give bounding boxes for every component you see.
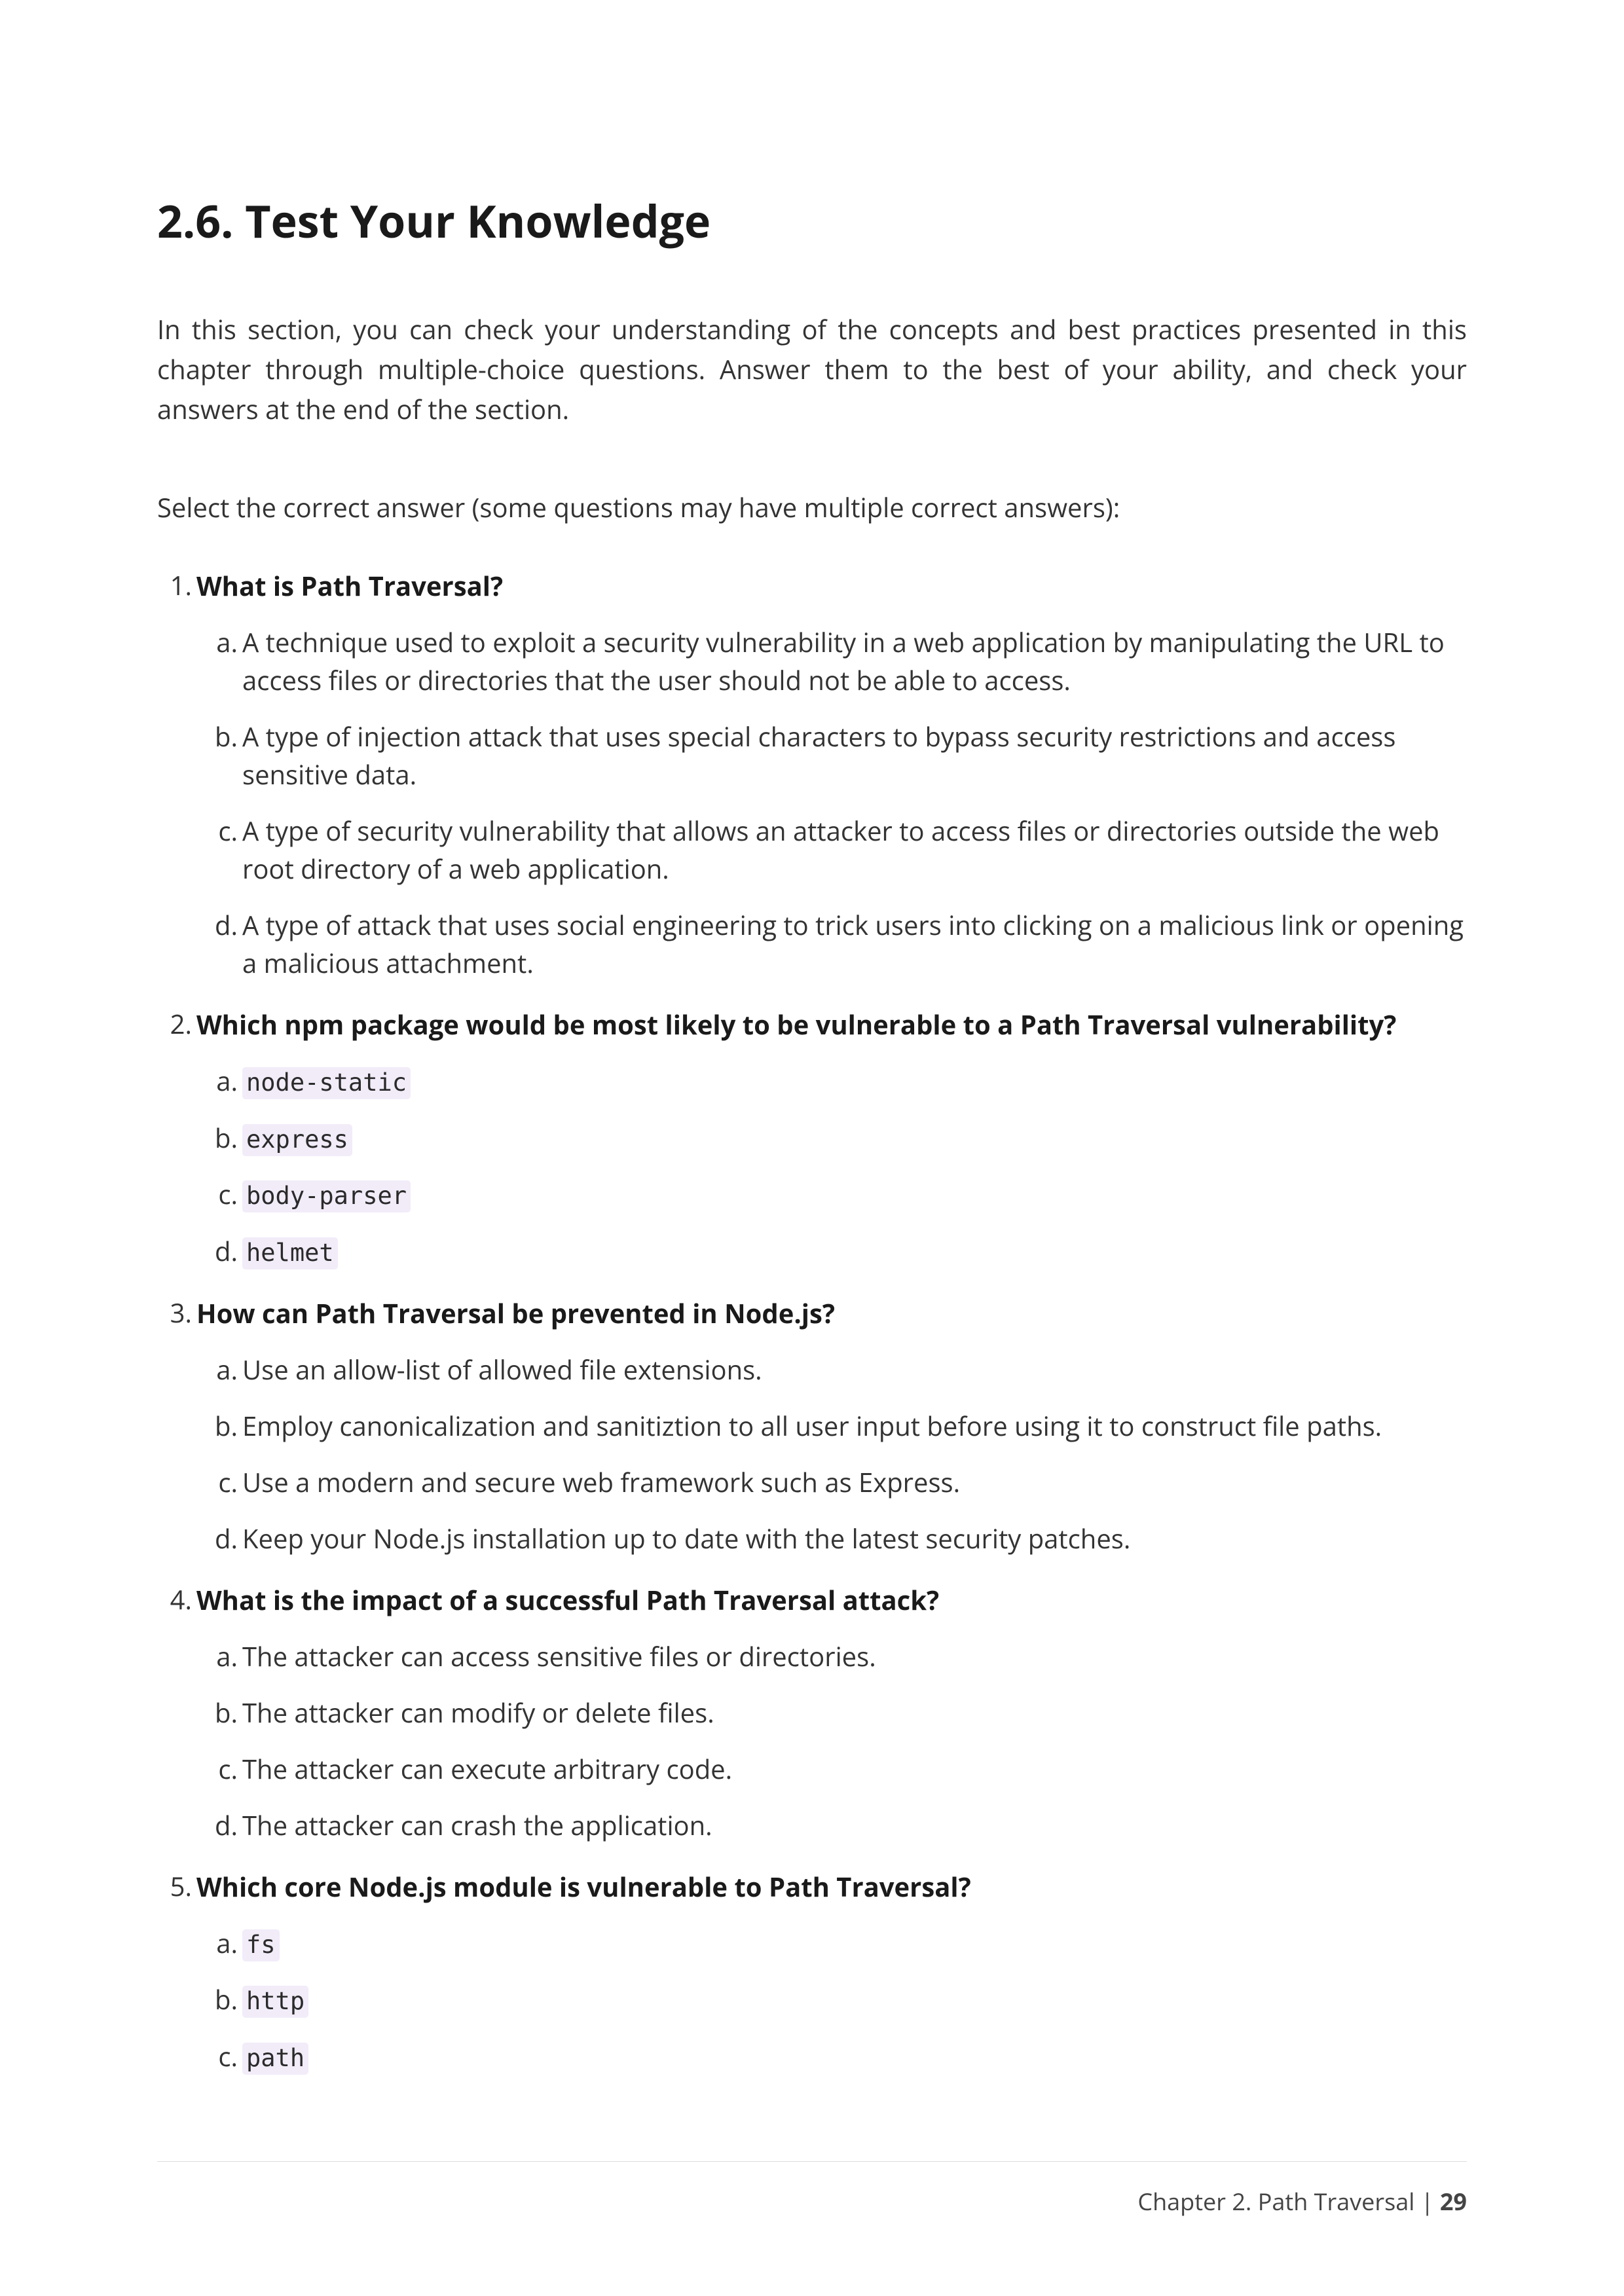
- answer-code: express: [242, 1124, 352, 1156]
- question-list: What is Path Traversal? A technique used …: [157, 567, 1467, 2075]
- question-text: What is the impact of a successful Path …: [196, 1581, 1467, 1619]
- answer-item: Keep your Node.js installation up to dat…: [242, 1520, 1467, 1558]
- question-item: Which npm package would be most likely t…: [196, 1006, 1467, 1271]
- answer-item: A technique used to exploit a security v…: [242, 623, 1467, 699]
- answer-list: A technique used to exploit a security v…: [196, 623, 1467, 982]
- answer-text: The attacker can modify or delete files.: [242, 1694, 714, 1730]
- answer-item: Use an allow-list of allowed file extens…: [242, 1351, 1467, 1389]
- answer-text: The attacker can crash the application.: [242, 1807, 712, 1843]
- question-item: What is the impact of a successful Path …: [196, 1581, 1467, 1844]
- section-title: 2.6. Test Your Knowledge: [157, 190, 1467, 251]
- footer-chapter: Chapter 2. Path Traversal: [1137, 2185, 1414, 2217]
- answer-code: path: [242, 2043, 308, 2075]
- answer-item: Use a modern and secure web framework su…: [242, 1463, 1467, 1501]
- answer-item: node-static: [242, 1062, 1467, 1101]
- answer-code: http: [242, 1986, 308, 2018]
- question-text: Which npm package would be most likely t…: [196, 1006, 1467, 1044]
- answer-item: A type of injection attack that uses spe…: [242, 718, 1467, 793]
- answer-text: A type of injection attack that uses spe…: [242, 718, 1395, 792]
- answer-item: helmet: [242, 1232, 1467, 1271]
- answer-code: body-parser: [242, 1180, 411, 1212]
- page-footer: Chapter 2. Path Traversal | 29: [157, 2161, 1467, 2217]
- answer-text: A type of attack that uses social engine…: [242, 907, 1464, 981]
- answer-text: The attacker can execute arbitrary code.: [242, 1751, 732, 1787]
- question-text: What is Path Traversal?: [196, 567, 1467, 605]
- answer-item: Employ canonicalization and sanitiztion …: [242, 1407, 1467, 1445]
- answer-list: fs http path: [196, 1924, 1467, 2076]
- answer-text: A type of security vulnerability that al…: [242, 812, 1439, 886]
- question-item: What is Path Traversal? A technique used …: [196, 567, 1467, 982]
- answer-text: Use a modern and secure web framework su…: [242, 1464, 960, 1500]
- footer-page-number: 29: [1440, 2185, 1467, 2217]
- answer-item: fs: [242, 1924, 1467, 1963]
- answer-item: express: [242, 1119, 1467, 1157]
- answer-code: node-static: [242, 1067, 411, 1099]
- intro-paragraph: In this section, you can check your unde…: [157, 310, 1467, 429]
- question-item: How can Path Traversal be prevented in N…: [196, 1294, 1467, 1558]
- answer-list: Use an allow-list of allowed file extens…: [196, 1351, 1467, 1558]
- answer-item: The attacker can execute arbitrary code.: [242, 1750, 1467, 1788]
- question-item: Which core Node.js module is vulnerable …: [196, 1868, 1467, 2076]
- answer-code: fs: [242, 1929, 280, 1961]
- answer-item: A type of security vulnerability that al…: [242, 812, 1467, 888]
- page-container: 2.6. Test Your Knowledge In this section…: [0, 0, 1624, 2296]
- answer-text: Use an allow-list of allowed file extens…: [242, 1351, 762, 1387]
- answer-text: Employ canonicalization and sanitiztion …: [242, 1408, 1382, 1444]
- answer-item: The attacker can crash the application.: [242, 1806, 1467, 1844]
- answer-text: Keep your Node.js installation up to dat…: [242, 1520, 1130, 1556]
- answer-item: path: [242, 2037, 1467, 2076]
- answer-item: The attacker can modify or delete files.: [242, 1694, 1467, 1732]
- answer-text: A technique used to exploit a security v…: [242, 624, 1445, 698]
- footer-separator: |: [1414, 2185, 1439, 2217]
- answer-code: helmet: [242, 1237, 338, 1269]
- answer-item: A type of attack that uses social engine…: [242, 906, 1467, 982]
- answer-text: The attacker can access sensitive files …: [242, 1638, 876, 1674]
- question-text: How can Path Traversal be prevented in N…: [196, 1294, 1467, 1332]
- question-text: Which core Node.js module is vulnerable …: [196, 1868, 1467, 1906]
- answer-list: node-static express body-parser helmet: [196, 1062, 1467, 1271]
- answer-list: The attacker can access sensitive files …: [196, 1637, 1467, 1844]
- instruction-text: Select the correct answer (some question…: [157, 488, 1467, 528]
- answer-item: http: [242, 1980, 1467, 2019]
- answer-item: The attacker can access sensitive files …: [242, 1637, 1467, 1675]
- answer-item: body-parser: [242, 1175, 1467, 1214]
